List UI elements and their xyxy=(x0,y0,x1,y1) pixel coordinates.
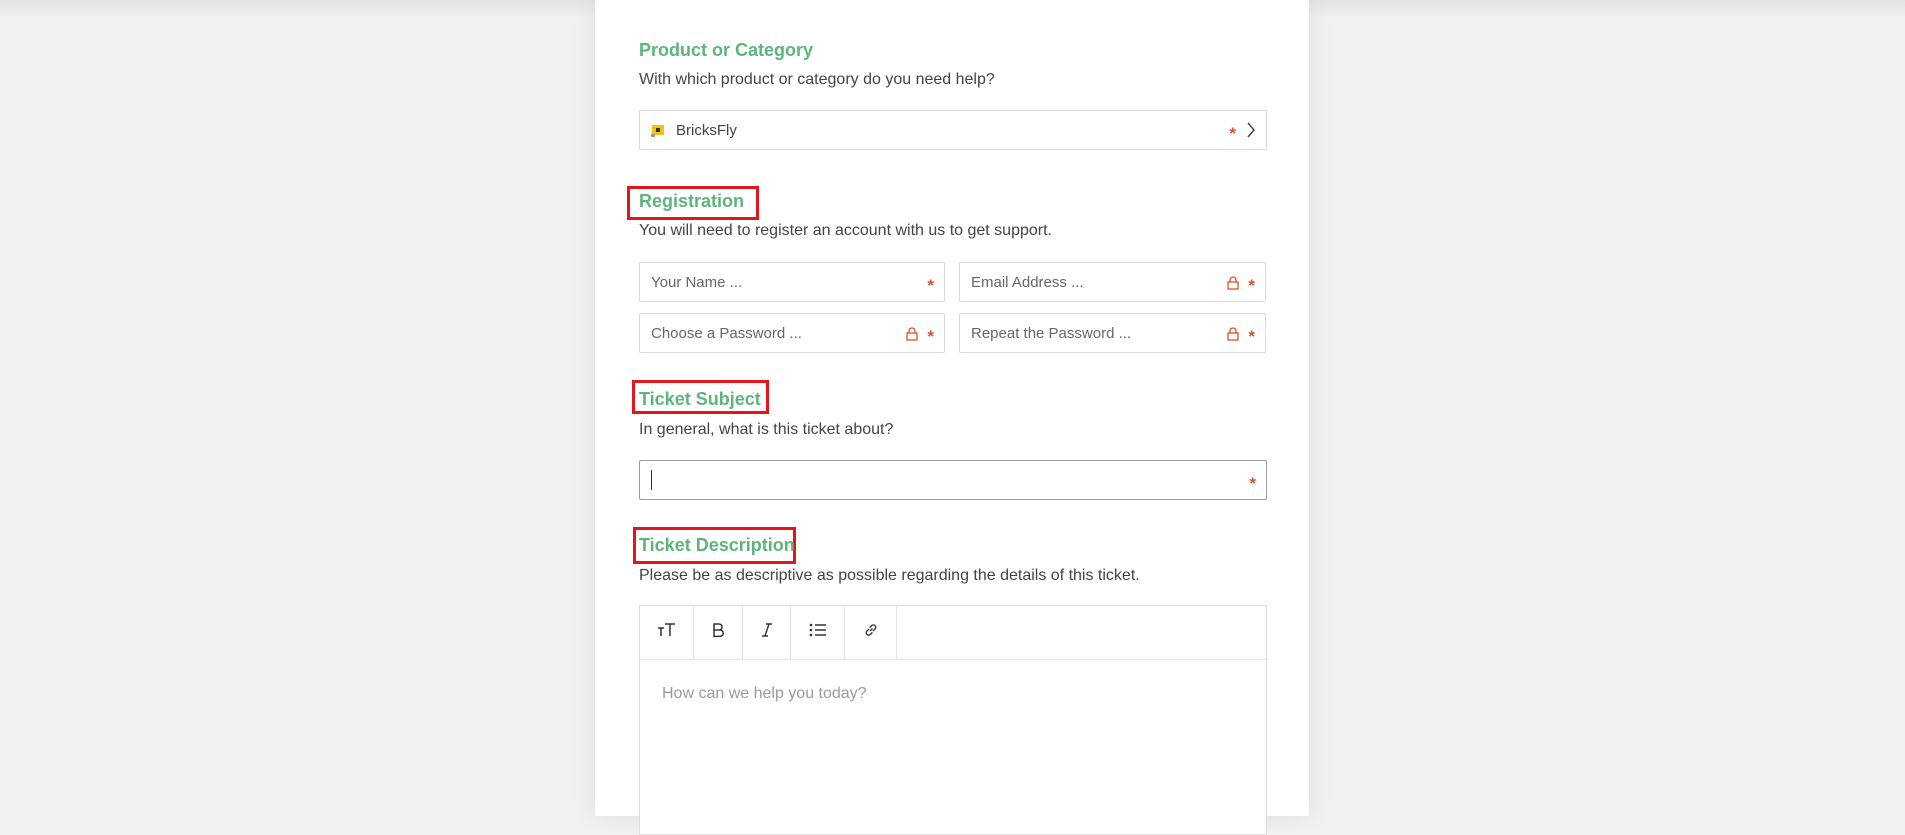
support-form-panel: Product or Category With which product o… xyxy=(595,0,1309,835)
text-size-icon xyxy=(657,622,677,643)
subject-section-title: Ticket Subject xyxy=(639,389,761,409)
lock-icon xyxy=(905,326,919,341)
editor-placeholder: How can we help you today? xyxy=(662,685,867,702)
required-asterisk: * xyxy=(927,275,934,295)
repeat-password-placeholder: Repeat the Password ... xyxy=(971,324,1132,342)
chevron-right-icon xyxy=(1246,122,1256,138)
password-placeholder: Choose a Password ... xyxy=(651,324,802,342)
product-section-title: Product or Category xyxy=(639,40,814,60)
description-section-title: Ticket Description xyxy=(639,535,795,555)
registration-section-title: Registration xyxy=(639,191,745,211)
required-asterisk: * xyxy=(1249,473,1256,493)
description-section-description: Please be as descriptive as possible reg… xyxy=(639,567,1140,584)
link-button[interactable] xyxy=(845,606,897,659)
password-field[interactable]: Choose a Password ... * xyxy=(639,313,945,353)
repeat-password-field[interactable]: Repeat the Password ... * xyxy=(959,313,1266,353)
subject-section-description: In general, what is this ticket about? xyxy=(639,421,894,438)
italic-icon xyxy=(761,622,773,643)
bullet-list-icon xyxy=(809,623,827,642)
email-placeholder: Email Address ... xyxy=(971,273,1084,291)
ticket-subject-input[interactable]: * xyxy=(639,460,1267,500)
product-select-value: BricksFly xyxy=(676,121,737,139)
required-asterisk: * xyxy=(927,326,934,346)
required-asterisk: * xyxy=(1248,275,1255,295)
lock-icon xyxy=(1226,275,1240,290)
editor-toolbar xyxy=(640,606,1266,660)
bullet-list-button[interactable] xyxy=(791,606,845,659)
text-size-button[interactable] xyxy=(640,606,694,659)
italic-button[interactable] xyxy=(743,606,791,659)
your-name-field[interactable]: Your Name ... * xyxy=(639,262,945,302)
link-icon xyxy=(863,622,879,643)
text-caret xyxy=(651,470,652,490)
required-asterisk: * xyxy=(1248,326,1255,346)
registration-section-description: You will need to register an account wit… xyxy=(639,222,1052,239)
product-logo-icon xyxy=(651,123,666,138)
your-name-placeholder: Your Name ... xyxy=(651,273,743,291)
required-asterisk: * xyxy=(1229,123,1236,143)
product-select[interactable]: BricksFly * xyxy=(639,110,1267,150)
ticket-description-editor[interactable]: How can we help you today? xyxy=(639,605,1267,835)
lock-icon xyxy=(1226,326,1240,341)
bold-button[interactable] xyxy=(694,606,743,659)
email-field[interactable]: Email Address ... * xyxy=(959,262,1266,302)
product-section-description: With which product or category do you ne… xyxy=(639,71,995,88)
bold-icon xyxy=(711,622,725,643)
